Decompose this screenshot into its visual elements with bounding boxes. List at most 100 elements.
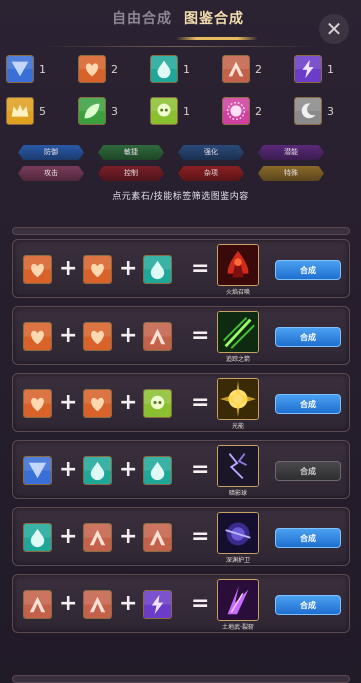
craft-button[interactable]: 合成 <box>275 461 341 481</box>
heart-icon <box>23 322 52 351</box>
leaf-icon <box>78 97 106 125</box>
header-divider <box>40 46 321 47</box>
recipe-list-bottom-edge <box>12 675 350 683</box>
material-count: 2 <box>255 63 262 76</box>
skull-icon <box>143 389 172 418</box>
material-slot[interactable]: 1 <box>150 97 190 127</box>
drop-icon <box>83 456 112 485</box>
arch-icon <box>83 590 112 619</box>
moon-icon <box>294 97 322 125</box>
material-slot[interactable]: 1 <box>6 55 46 85</box>
result-name: 暗影球 <box>228 490 247 497</box>
result-name: 深渊护卫 <box>225 557 250 564</box>
heart-icon <box>23 255 52 284</box>
craft-button[interactable]: 合成 <box>275 595 341 615</box>
drop-icon <box>143 456 172 485</box>
material-slot[interactable]: 5 <box>6 97 46 127</box>
filter-pill[interactable]: 强化 <box>178 145 244 160</box>
material-count: 1 <box>327 63 334 76</box>
element-filter-bar: 防御 敏捷 强化 潜能攻击 控制 杂项 特殊 <box>0 145 361 185</box>
lightning-cage-icon[interactable] <box>217 445 259 487</box>
shield-icon <box>23 456 52 485</box>
plus-sign: + <box>119 591 138 616</box>
heart-icon <box>23 389 52 418</box>
material-count: 1 <box>183 105 190 118</box>
plus-sign: + <box>59 323 78 348</box>
recipe-row: + + = 追踪之箭 合成 <box>12 306 350 365</box>
arch-icon <box>143 322 172 351</box>
plus-sign: + <box>119 457 138 482</box>
recipe-row: + + = 深渊护卫 合成 <box>12 507 350 566</box>
heart-icon <box>83 255 112 284</box>
material-inventory: 1 2 1 2 1 5 3 1 2 3 <box>0 55 361 133</box>
arch-icon <box>143 523 172 552</box>
filter-pill[interactable]: 控制 <box>98 166 164 181</box>
material-count: 2 <box>255 105 262 118</box>
material-slot[interactable]: 1 <box>294 55 334 85</box>
arrow-rain-icon[interactable] <box>217 311 259 353</box>
tab-free-craft[interactable]: 自由合成 <box>112 7 172 31</box>
shield-icon <box>6 55 34 83</box>
filter-pill[interactable]: 防御 <box>18 145 84 160</box>
material-slot[interactable]: 3 <box>78 97 118 127</box>
skull-icon <box>150 97 178 125</box>
craft-button[interactable]: 合成 <box>275 528 341 548</box>
craft-button[interactable]: 合成 <box>275 260 341 280</box>
fire-tower-icon[interactable] <box>217 244 259 286</box>
material-count: 3 <box>327 105 334 118</box>
filter-pill[interactable]: 特殊 <box>258 166 324 181</box>
plus-sign: + <box>119 390 138 415</box>
close-icon: ✕ <box>325 17 343 41</box>
recipe-row: + + = 光能 合成 <box>12 373 350 432</box>
lightning-icon <box>143 590 172 619</box>
drop-icon <box>150 55 178 83</box>
recipe-row: + + = 暗影球 合成 <box>12 440 350 499</box>
tab-codex-craft[interactable]: 图鉴合成 <box>184 7 244 31</box>
plus-sign: + <box>59 457 78 482</box>
plus-sign: + <box>59 256 78 281</box>
result-name: 追踪之箭 <box>225 356 250 363</box>
drop-icon <box>143 255 172 284</box>
light-burst-icon[interactable] <box>217 378 259 420</box>
material-slot[interactable]: 3 <box>294 97 334 127</box>
arch-icon <box>83 523 112 552</box>
result-name: 土地武·裂斩 <box>222 624 254 631</box>
plus-sign: + <box>119 323 138 348</box>
material-slot[interactable]: 2 <box>222 97 262 127</box>
active-tab-underline <box>176 37 258 40</box>
craft-button[interactable]: 合成 <box>275 394 341 414</box>
heart-icon <box>78 55 106 83</box>
filter-pill[interactable]: 敏捷 <box>98 145 164 160</box>
close-button[interactable]: ✕ <box>319 14 349 44</box>
equals-sign: = <box>191 591 210 616</box>
craft-button[interactable]: 合成 <box>275 327 341 347</box>
material-count: 1 <box>183 63 190 76</box>
plus-sign: + <box>59 390 78 415</box>
heart-icon <box>83 389 112 418</box>
material-count: 1 <box>39 63 46 76</box>
recipe-list-top-edge <box>12 227 350 235</box>
material-count: 5 <box>39 105 46 118</box>
drop-icon <box>23 523 52 552</box>
plus-sign: + <box>59 591 78 616</box>
result-name: 火焰召唤 <box>225 289 250 296</box>
material-slot[interactable]: 1 <box>150 55 190 85</box>
filter-pill[interactable]: 潜能 <box>258 145 324 160</box>
header: 自由合成 图鉴合成 ✕ <box>0 0 361 50</box>
material-slot[interactable]: 2 <box>222 55 262 85</box>
arch-icon <box>23 590 52 619</box>
codex-panel: 自由合成 图鉴合成 ✕ 1 2 1 2 1 5 3 1 2 3 防御 敏捷 强化… <box>0 0 361 683</box>
sun-icon <box>222 97 250 125</box>
filter-pill[interactable]: 攻击 <box>18 166 84 181</box>
material-slot[interactable]: 2 <box>78 55 118 85</box>
recipe-row: + + = 土地武·裂斩 合成 <box>12 574 350 633</box>
equals-sign: = <box>191 390 210 415</box>
equals-sign: = <box>191 457 210 482</box>
recipe-list[interactable]: + + = 火焰召唤 合成 + + = 追踪之箭 合成 + + = 光能 合成 + + = 暗… <box>0 227 361 683</box>
filter-hint: 点元素石/技能标签筛选图鉴内容 <box>112 192 249 202</box>
void-orb-icon[interactable] <box>217 512 259 554</box>
arch-icon <box>222 55 250 83</box>
filter-pill[interactable]: 杂项 <box>178 166 244 181</box>
plus-sign: + <box>119 524 138 549</box>
purple-blades-icon[interactable] <box>217 579 259 621</box>
